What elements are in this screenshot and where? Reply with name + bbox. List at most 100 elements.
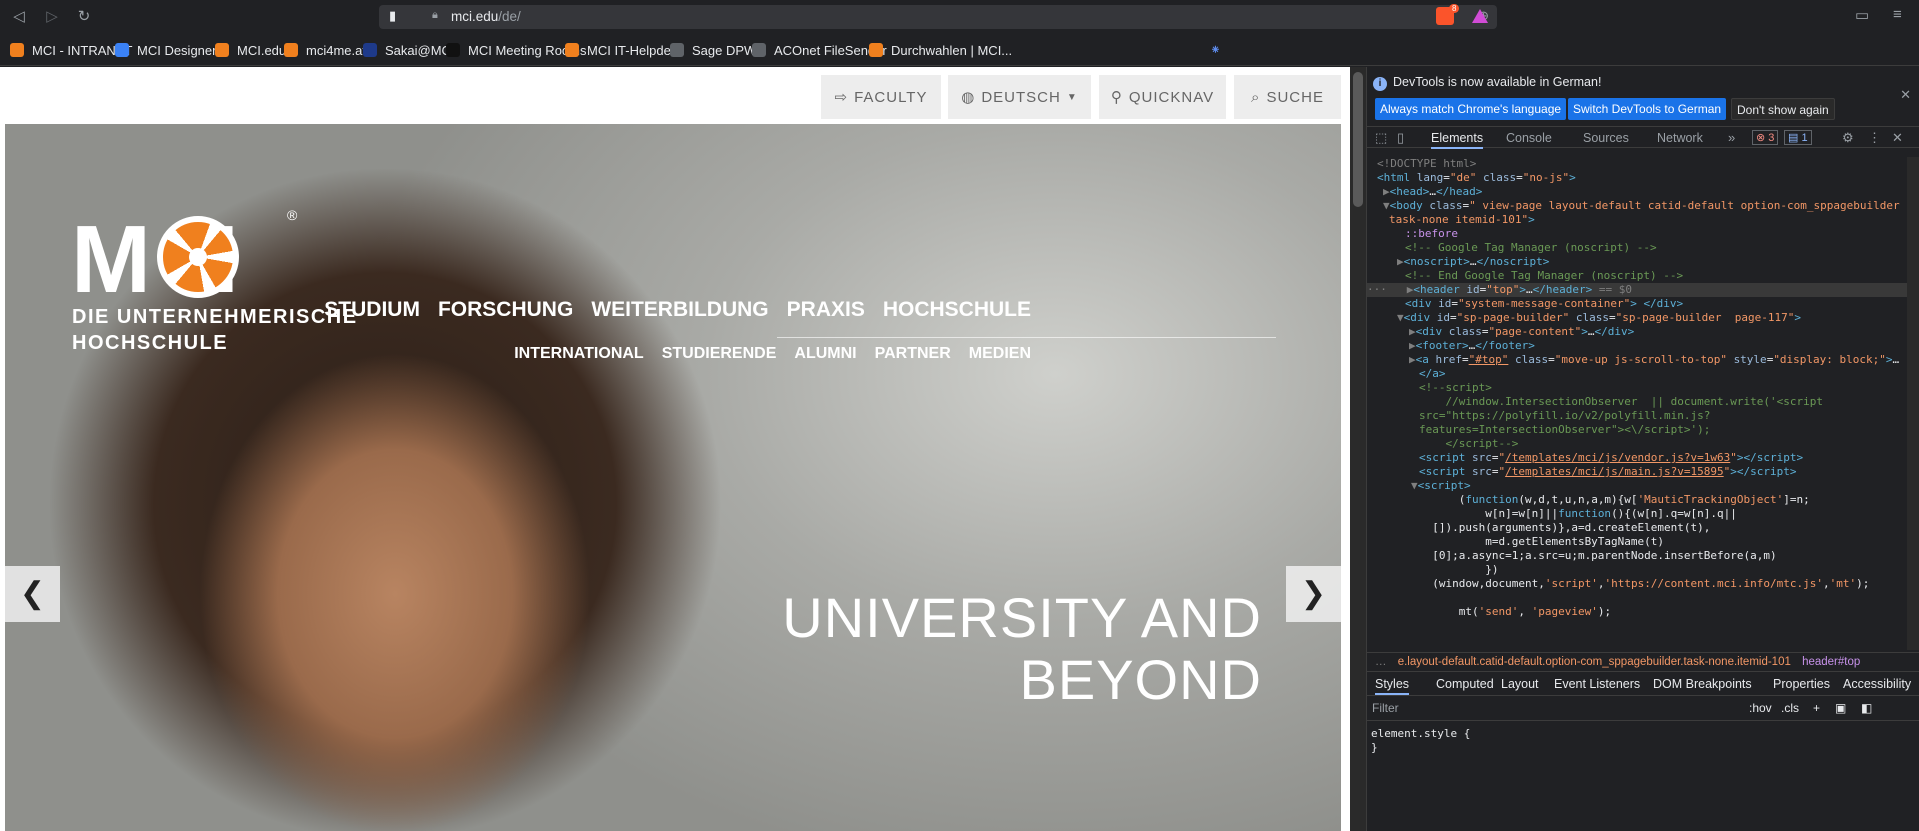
device-toolbar-icon[interactable]: ▯ xyxy=(1397,130,1404,146)
tab-network[interactable]: Network xyxy=(1657,127,1703,149)
main-nav-item[interactable]: PRAXIS xyxy=(787,298,865,322)
message-count-badge[interactable]: ▤ 1 xyxy=(1784,130,1812,145)
dom-node-system-message[interactable]: <div id="system-message-container"> </di… xyxy=(1405,297,1683,311)
styles-tab[interactable]: Layout xyxy=(1501,677,1539,691)
tab-sources[interactable]: Sources xyxy=(1583,127,1629,149)
sub-nav-item[interactable]: PARTNER xyxy=(875,345,951,363)
bookmark-item[interactable]: Durchwahlen | MCI... xyxy=(869,40,1012,60)
styles-tab[interactable]: Styles xyxy=(1375,677,1410,695)
dom-node-body[interactable]: ▼<body class=" view-page layout-default … xyxy=(1383,199,1900,213)
slider-next-button[interactable]: ❯ xyxy=(1286,566,1341,622)
styles-filter-bar: Filter :hov .cls + ▣ ◧ xyxy=(1367,697,1919,721)
dom-node-doctype[interactable]: <!DOCTYPE html> xyxy=(1377,157,1476,171)
mci-logo-emblem xyxy=(157,216,239,298)
dom-node-before[interactable]: ::before xyxy=(1405,227,1458,241)
match-language-button[interactable]: Always match Chrome's language xyxy=(1375,98,1567,120)
chevron-left-icon: ❮ xyxy=(19,577,46,610)
dom-node-html[interactable]: <html lang="de" class="no-js"> xyxy=(1377,171,1576,185)
quicknav-button[interactable]: ⚲ QUICKNAV xyxy=(1099,75,1226,119)
bookmark-favicon-icon xyxy=(215,43,229,57)
dom-node-script-inline[interactable]: ▼<script> xyxy=(1411,479,1471,493)
dom-node-head[interactable]: ▶<head>…</head> xyxy=(1383,185,1482,199)
dom-tree[interactable]: <!DOCTYPE html> <html lang="de" class="n… xyxy=(1367,157,1907,650)
new-rule-icon[interactable]: + xyxy=(1813,701,1820,715)
dom-node-script-comment[interactable]: <!--script> xyxy=(1419,381,1492,395)
bookmark-item[interactable]: mci4me.at xyxy=(284,40,366,60)
breadcrumb-header[interactable]: header#top xyxy=(1802,656,1860,668)
element-style-rule[interactable]: element.style { } xyxy=(1371,727,1470,755)
dont-show-again-button[interactable]: Don't show again xyxy=(1731,98,1835,120)
breadcrumb-ellipsis[interactable]: … xyxy=(1375,656,1387,668)
breadcrumb-body[interactable]: e.layout-default.catid-default.option-co… xyxy=(1398,656,1791,668)
switch-german-button[interactable]: Switch DevTools to German xyxy=(1568,98,1727,120)
close-devtools-icon[interactable]: ✕ xyxy=(1892,130,1903,146)
bookmark-favicon-icon xyxy=(869,43,883,57)
sub-nav-item[interactable]: ALUMNI xyxy=(794,345,856,363)
error-count-badge[interactable]: ⊗ 3 xyxy=(1752,130,1779,145)
dom-tree-scrollbar[interactable] xyxy=(1907,157,1919,650)
sub-nav-item[interactable]: STUDIERENDE xyxy=(662,345,777,363)
main-nav-item[interactable]: STUDIUM xyxy=(324,298,420,322)
slider-prev-button[interactable]: ❮ xyxy=(5,566,60,622)
dom-node-sp-page-builder[interactable]: ▼<div id="sp-page-builder" class="sp-pag… xyxy=(1397,311,1801,325)
lock-icon[interactable]: 🔒︎ xyxy=(432,9,438,22)
bookmark-icon[interactable]: ▮ xyxy=(389,8,396,24)
dom-node-noscript[interactable]: ▶<noscript>…</noscript> xyxy=(1397,255,1549,269)
language-dropdown[interactable]: ◍ DEUTSCH ▼ xyxy=(948,75,1091,119)
kebab-menu-icon[interactable]: ⋮ xyxy=(1868,130,1881,146)
bookmark-overflow-icon[interactable]: ⁕ xyxy=(1210,40,1221,60)
hero-headline: UNIVERSITY AND BEYOND xyxy=(782,586,1262,711)
bookmark-item[interactable]: Sakai@MCI xyxy=(363,40,455,60)
bookmark-item[interactable]: ACOnet FileSender xyxy=(752,40,887,60)
reload-icon[interactable]: ↻ xyxy=(73,6,95,28)
faculty-button[interactable]: ⇨ FACULTY xyxy=(821,75,941,119)
dom-node-comment-gtm-end[interactable]: <!-- End Google Tag Manager (noscript) -… xyxy=(1405,269,1683,283)
dom-node-comment-gtm[interactable]: <!-- Google Tag Manager (noscript) --> xyxy=(1405,241,1657,255)
styles-tab[interactable]: Event Listeners xyxy=(1554,677,1640,691)
sub-nav-item[interactable]: MEDIEN xyxy=(969,345,1031,363)
bookmark-item[interactable]: MCI IT-Helpdesk xyxy=(565,40,684,60)
globe-icon: ◍ xyxy=(961,89,976,106)
forward-icon[interactable]: ▷ xyxy=(41,6,63,28)
rewards-icon[interactable] xyxy=(1472,9,1488,23)
styles-tab[interactable]: Accessibility xyxy=(1843,677,1911,691)
wallet-icon[interactable]: ▭ xyxy=(1855,6,1869,24)
inspect-icon[interactable]: ⬚ xyxy=(1375,130,1387,146)
dom-node-script-line-4: m=d.getElementsByTagName(t) xyxy=(1419,535,1665,548)
dom-node-script-line-2: w[n]=w[n]||function(){(w[n].q=w[n].q|| xyxy=(1419,507,1737,520)
nav-divider xyxy=(777,337,1276,338)
styles-tab[interactable]: Properties xyxy=(1773,677,1830,691)
more-tabs-icon[interactable]: » xyxy=(1728,130,1735,145)
dom-node-script-main[interactable]: <script src="/templates/mci/js/main.js?v… xyxy=(1419,465,1797,479)
dom-node-page-content[interactable]: ▶<div class="page-content">…</div> xyxy=(1409,325,1634,339)
dom-node-move-up-link[interactable]: ▶<a href="#top" class="move-up js-scroll… xyxy=(1409,353,1899,367)
bookmark-item[interactable]: MCI Designer 2 xyxy=(115,40,227,60)
address-bar[interactable]: ▮ 🔒︎ mci.edu/de/ ⊕ xyxy=(379,5,1497,29)
bookmark-item[interactable]: Sage DPW xyxy=(670,40,756,60)
close-notice-icon[interactable]: ✕ xyxy=(1900,87,1911,103)
bookmark-favicon-icon xyxy=(565,43,579,57)
tab-console[interactable]: Console xyxy=(1506,127,1552,149)
styles-tab[interactable]: DOM Breakpoints xyxy=(1653,677,1752,691)
dom-node-script-vendor[interactable]: <script src="/templates/mci/js/vendor.js… xyxy=(1419,451,1803,465)
settings-gear-icon[interactable]: ⚙ xyxy=(1842,130,1854,146)
back-icon[interactable]: ◁ xyxy=(8,6,30,28)
menu-icon[interactable]: ≡ xyxy=(1893,6,1902,23)
main-nav-item[interactable]: WEITERBILDUNG xyxy=(591,298,768,322)
hov-toggle[interactable]: :hov xyxy=(1749,701,1772,715)
styles-tab[interactable]: Computed xyxy=(1436,677,1494,691)
sub-nav-item[interactable]: INTERNATIONAL xyxy=(514,345,643,363)
main-nav-item[interactable]: HOCHSCHULE xyxy=(883,298,1031,322)
tab-elements[interactable]: Elements xyxy=(1431,127,1484,149)
styles-filter-input[interactable]: Filter xyxy=(1372,701,1672,715)
dom-node-footer[interactable]: ▶<footer>…</footer> xyxy=(1409,339,1535,353)
page-scrollbar[interactable] xyxy=(1350,67,1366,831)
main-nav-item[interactable]: FORSCHUNG xyxy=(438,298,573,322)
computed-styles-icon[interactable]: ▣ xyxy=(1835,701,1846,715)
dom-node-header-selected[interactable]: ··· ▶<header id="top">…</header> == $0 xyxy=(1367,283,1907,297)
bookmark-item[interactable]: MCI.edu xyxy=(215,40,286,60)
search-button[interactable]: ⌕ SUCHE xyxy=(1234,75,1341,119)
cls-toggle[interactable]: .cls xyxy=(1781,701,1799,715)
scrollbar-thumb[interactable] xyxy=(1353,72,1363,207)
sidebar-toggle-icon[interactable]: ◧ xyxy=(1861,701,1872,715)
